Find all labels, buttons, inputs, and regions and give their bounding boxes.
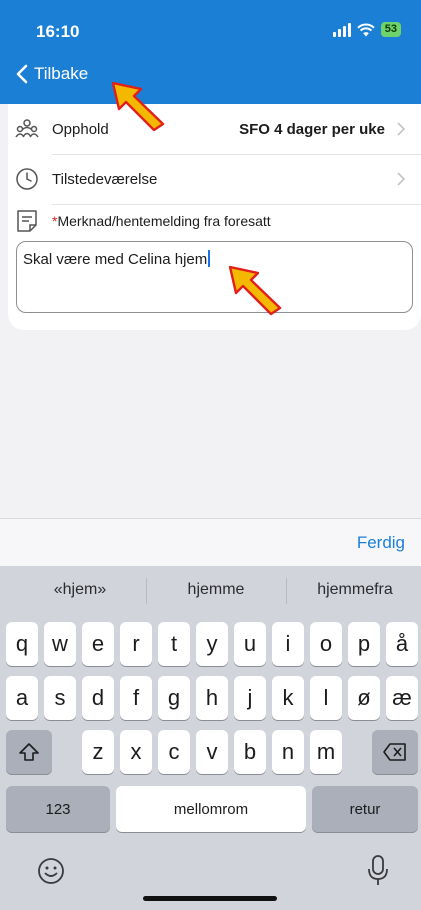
- attendance-label: Tilstedeværelse: [52, 170, 158, 188]
- prediction-bar: «hjem» hjemme hjemmefra: [0, 566, 421, 616]
- key-u[interactable]: u: [234, 622, 266, 666]
- key-p[interactable]: p: [348, 622, 380, 666]
- prediction-2[interactable]: hjemme: [152, 581, 280, 599]
- attendance-row[interactable]: Tilstedeværelse: [8, 154, 421, 204]
- key-g[interactable]: g: [158, 676, 190, 720]
- key-q[interactable]: q: [6, 622, 38, 666]
- key-h[interactable]: h: [196, 676, 228, 720]
- wifi-icon: [357, 23, 375, 36]
- backspace-icon: [383, 743, 406, 761]
- prediction-divider: [146, 578, 147, 604]
- form-card: Opphold SFO 4 dager per uke Tilstedevære…: [8, 104, 421, 330]
- text-caret: [208, 250, 211, 267]
- prediction-3[interactable]: hjemmefra: [292, 581, 418, 599]
- chevron-right-icon: [397, 122, 405, 136]
- back-button[interactable]: Tilbake: [16, 64, 88, 84]
- stay-label: Opphold: [52, 120, 109, 138]
- key-y[interactable]: y: [196, 622, 228, 666]
- chevron-right-icon: [397, 172, 405, 186]
- prediction-1[interactable]: «hjem»: [20, 581, 140, 599]
- cellular-signal-icon: [332, 22, 351, 37]
- key-r[interactable]: r: [120, 622, 152, 666]
- note-row: *Merknad/hentemelding fra foresatt: [8, 204, 421, 238]
- key-o[interactable]: o: [310, 622, 342, 666]
- stay-value: SFO 4 dager per uke: [239, 120, 385, 138]
- keyboard-accessory-bar: Ferdig: [0, 518, 421, 566]
- back-label: Tilbake: [34, 64, 89, 83]
- key-s[interactable]: s: [44, 676, 76, 720]
- return-key[interactable]: retur: [312, 786, 418, 832]
- battery-indicator: 53: [380, 22, 401, 37]
- home-indicator: [143, 896, 277, 901]
- numbers-key[interactable]: 123: [6, 786, 110, 832]
- app-header: 16:10 53 Tilbake: [0, 0, 421, 104]
- group-icon: [15, 119, 39, 138]
- microphone-icon[interactable]: [365, 854, 391, 888]
- key-j[interactable]: j: [234, 676, 266, 720]
- key-z[interactable]: z: [82, 730, 114, 774]
- done-button[interactable]: Ferdig: [357, 533, 405, 553]
- key-l[interactable]: l: [310, 676, 342, 720]
- note-text: Skal være med Celina hjem: [23, 251, 208, 268]
- key-n[interactable]: n: [272, 730, 304, 774]
- note-label-wrap: *Merknad/hentemelding fra foresatt: [52, 213, 271, 229]
- pointer-arrow-icon: [111, 81, 165, 132]
- key-b[interactable]: b: [234, 730, 266, 774]
- status-icons: 53: [332, 22, 401, 37]
- key-c[interactable]: c: [158, 730, 190, 774]
- pointer-arrow-icon: [228, 265, 282, 316]
- key-aa[interactable]: å: [386, 622, 418, 666]
- key-m[interactable]: m: [310, 730, 342, 774]
- key-k[interactable]: k: [272, 676, 304, 720]
- space-key[interactable]: mellomrom: [116, 786, 306, 832]
- status-time: 16:10: [36, 22, 80, 41]
- key-w[interactable]: w: [44, 622, 76, 666]
- note-label: Merknad/hentemelding fra foresatt: [57, 213, 271, 229]
- shift-icon: [19, 743, 39, 761]
- key-ae[interactable]: æ: [386, 676, 418, 720]
- key-i[interactable]: i: [272, 622, 304, 666]
- stay-row[interactable]: Opphold SFO 4 dager per uke: [8, 104, 421, 154]
- key-e[interactable]: e: [82, 622, 114, 666]
- backspace-key[interactable]: [372, 730, 418, 774]
- key-x[interactable]: x: [120, 730, 152, 774]
- prediction-divider: [286, 578, 287, 604]
- key-f[interactable]: f: [120, 676, 152, 720]
- note-icon: [17, 210, 37, 232]
- key-t[interactable]: t: [158, 622, 190, 666]
- key-d[interactable]: d: [82, 676, 114, 720]
- key-a[interactable]: a: [6, 676, 38, 720]
- shift-key[interactable]: [6, 730, 52, 774]
- note-textarea[interactable]: Skal være med Celina hjem: [16, 241, 413, 313]
- key-oe[interactable]: ø: [348, 676, 380, 720]
- keyboard: «hjem» hjemme hjemmefra q w e r t y u i …: [0, 566, 421, 910]
- emoji-icon[interactable]: [36, 856, 66, 886]
- chevron-left-icon: [16, 64, 28, 84]
- key-v[interactable]: v: [196, 730, 228, 774]
- clock-icon: [16, 168, 38, 190]
